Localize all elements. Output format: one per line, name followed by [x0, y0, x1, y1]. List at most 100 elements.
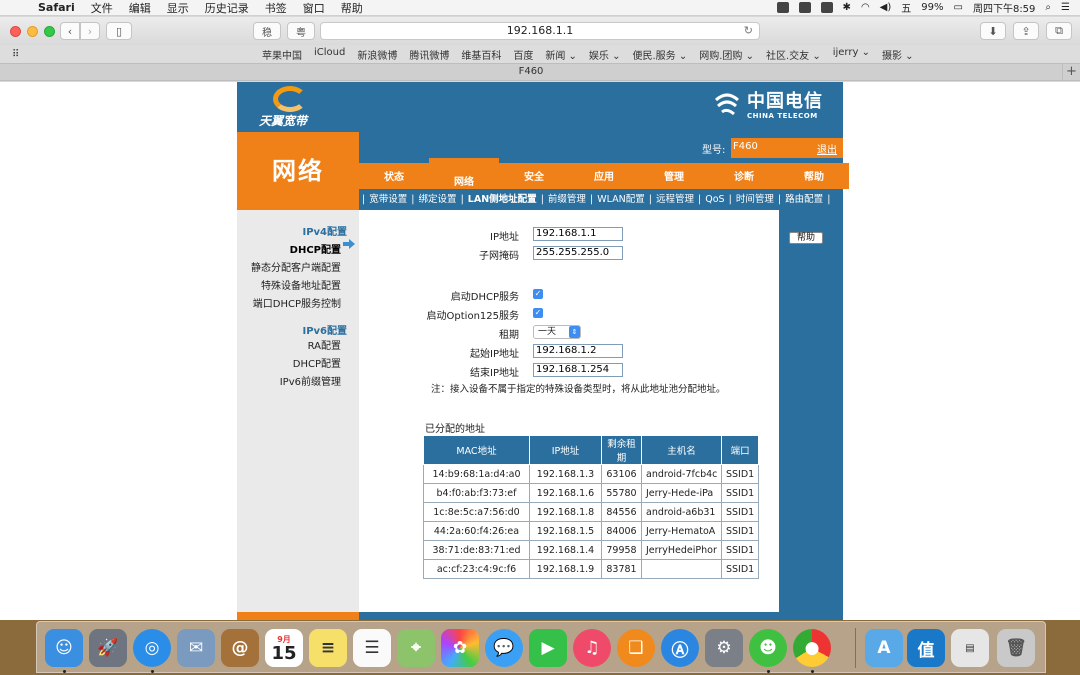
tab-management[interactable]: 管理 — [639, 163, 709, 189]
end-ip-input[interactable]: 192.168.1.254 — [533, 363, 623, 377]
bookmark-folder[interactable]: 便民.服务 ⌄ — [632, 47, 687, 62]
launchpad-icon[interactable]: 🚀 — [89, 629, 127, 667]
calendar-icon[interactable]: 9月 15 — [265, 629, 303, 667]
notes-icon[interactable]: ≡ — [309, 629, 347, 667]
extension-button-1[interactable]: 稳 — [253, 22, 281, 40]
bookmark-folder[interactable]: ijerry ⌄ — [833, 47, 870, 62]
ibooks-icon[interactable]: ❑ — [617, 629, 655, 667]
subnav-lan-address[interactable]: LAN侧地址配置 — [468, 194, 537, 205]
menu-help[interactable]: 帮助 — [333, 0, 371, 16]
mask-input[interactable]: 255.255.255.0 — [533, 246, 623, 260]
address-bar[interactable]: 192.168.1.1 ↻ — [320, 22, 760, 40]
leftnav-special-device[interactable]: 特殊设备地址配置 — [261, 277, 341, 292]
bookmark-item[interactable]: 新浪微博 — [357, 47, 397, 62]
chrome-icon[interactable]: ● — [793, 629, 831, 667]
battery-label[interactable]: 99% — [921, 2, 943, 13]
photos-icon[interactable]: ✿ — [441, 629, 479, 667]
downloads-icon[interactable]: ⬇ — [980, 22, 1006, 40]
top-sites-icon[interactable]: ⠿ — [12, 49, 26, 60]
menu-window[interactable]: 窗口 — [295, 0, 333, 16]
bookmark-item[interactable]: 苹果中国 — [262, 47, 302, 62]
bookmark-item[interactable]: iCloud — [314, 47, 345, 62]
subnav-time[interactable]: 时间管理 — [736, 194, 774, 205]
subnav-broadband[interactable]: 宽带设置 — [369, 194, 407, 205]
tab-network[interactable]: 网络 — [429, 158, 499, 189]
new-tab-icon[interactable]: + — [1062, 64, 1080, 81]
bookmark-folder[interactable]: 娱乐 ⌄ — [589, 47, 621, 62]
share-icon[interactable]: ⇪ — [1013, 22, 1039, 40]
wechat-tray-icon[interactable] — [776, 2, 789, 13]
bookmark-folder[interactable]: 摄影 ⌄ — [882, 47, 914, 62]
time-machine-icon[interactable] — [820, 2, 833, 13]
subnav-wlan[interactable]: WLAN配置 — [597, 194, 645, 205]
maps-icon[interactable]: ⌖ — [397, 629, 435, 667]
opt125-checkbox[interactable]: ✓ — [533, 308, 543, 318]
subnav-prefix[interactable]: 前缀管理 — [548, 194, 586, 205]
trash-icon[interactable]: 🗑 — [997, 629, 1035, 667]
extension-button-2[interactable]: 粤 — [287, 22, 315, 40]
reminders-icon[interactable]: ☰ — [353, 629, 391, 667]
downloads-stack-icon[interactable]: 值 — [907, 629, 945, 667]
back-button[interactable]: ‹ — [60, 22, 80, 40]
bookmark-folder[interactable]: 社区.交友 ⌄ — [766, 47, 821, 62]
subnav-binding[interactable]: 绑定设置 — [419, 194, 457, 205]
leftnav-ipv6-prefix[interactable]: IPv6前缀管理 — [280, 373, 341, 388]
leftnav-dhcp-config[interactable]: DHCP配置 — [290, 241, 341, 256]
bookmark-item[interactable]: 维基百科 — [461, 47, 501, 62]
mail-icon[interactable]: ✉ — [177, 629, 215, 667]
tab-security[interactable]: 安全 — [499, 163, 569, 189]
subnav-qos[interactable]: QoS — [705, 194, 724, 205]
tab-diagnosis[interactable]: 诊断 — [709, 163, 779, 189]
lease-select[interactable]: 一天 ⇕ — [533, 325, 581, 339]
help-button[interactable]: 帮助 — [789, 232, 823, 244]
menu-edit[interactable]: 编辑 — [121, 0, 159, 16]
leftnav-static-client[interactable]: 静态分配客户端配置 — [251, 259, 341, 274]
dhcp-checkbox[interactable]: ✓ — [533, 289, 543, 299]
bluetooth-icon[interactable]: ✱ — [843, 2, 851, 13]
fullscreen-window-button[interactable] — [44, 25, 55, 37]
menu-view[interactable]: 显示 — [159, 0, 197, 16]
battery-icon[interactable]: ▭ — [954, 2, 963, 13]
ip-input[interactable]: 192.168.1.1 — [533, 227, 623, 241]
leftnav-port-dhcp[interactable]: 端口DHCP服务控制 — [253, 295, 341, 310]
wechat-icon[interactable]: ☻ — [749, 629, 787, 667]
itunes-icon[interactable]: ♫ — [573, 629, 611, 667]
sidebar-toggle-icon[interactable]: ▯ — [106, 22, 132, 40]
tab-title[interactable]: F460 — [0, 66, 1062, 77]
bookmark-item[interactable]: 腾讯微博 — [409, 47, 449, 62]
show-all-tabs-icon[interactable]: ⧉ — [1046, 22, 1072, 40]
menu-safari[interactable]: Safari — [30, 1, 83, 14]
applications-folder-icon[interactable]: A — [865, 629, 903, 667]
minimize-window-button[interactable] — [27, 25, 38, 37]
volume-icon[interactable]: ◀) — [880, 2, 892, 13]
app-store-icon[interactable]: Ⓐ — [661, 629, 699, 667]
start-ip-input[interactable]: 192.168.1.2 — [533, 344, 623, 358]
tab-help[interactable]: 帮助 — [779, 163, 849, 189]
tab-status[interactable]: 状态 — [359, 163, 429, 189]
facetime-icon[interactable]: ▶ — [529, 629, 567, 667]
finder-icon[interactable]: ☺ — [45, 629, 83, 667]
logout-link[interactable]: 退出 — [817, 141, 837, 156]
safari-icon[interactable]: ◎ — [133, 629, 171, 667]
menu-history[interactable]: 历史记录 — [197, 0, 257, 16]
document-stack-icon[interactable]: ▤ — [951, 629, 989, 667]
close-window-button[interactable] — [10, 25, 21, 37]
subnav-routing[interactable]: 路由配置 — [785, 194, 823, 205]
clock[interactable]: 周四下午8:59 — [973, 0, 1035, 15]
forward-button[interactable]: › — [80, 22, 100, 40]
wifi-icon[interactable]: ◠ — [861, 2, 870, 13]
spotlight-icon[interactable]: ⌕ — [1045, 2, 1051, 13]
menu-bookmarks[interactable]: 书签 — [257, 0, 295, 16]
notification-center-icon[interactable]: ☰ — [1061, 2, 1070, 13]
system-preferences-icon[interactable]: ⚙ — [705, 629, 743, 667]
menu-file[interactable]: 文件 — [83, 0, 121, 16]
contacts-icon[interactable]: @ — [221, 629, 259, 667]
tab-application[interactable]: 应用 — [569, 163, 639, 189]
messages-icon[interactable]: 💬 — [485, 629, 523, 667]
bookmark-item[interactable]: 百度 — [513, 47, 533, 62]
record-tray-icon[interactable] — [798, 2, 811, 13]
bookmark-folder[interactable]: 新闻 ⌄ — [545, 47, 577, 62]
leftnav-dhcpv6-config[interactable]: DHCP配置 — [293, 355, 341, 370]
reload-icon[interactable]: ↻ — [744, 23, 753, 39]
subnav-remote[interactable]: 远程管理 — [656, 194, 694, 205]
